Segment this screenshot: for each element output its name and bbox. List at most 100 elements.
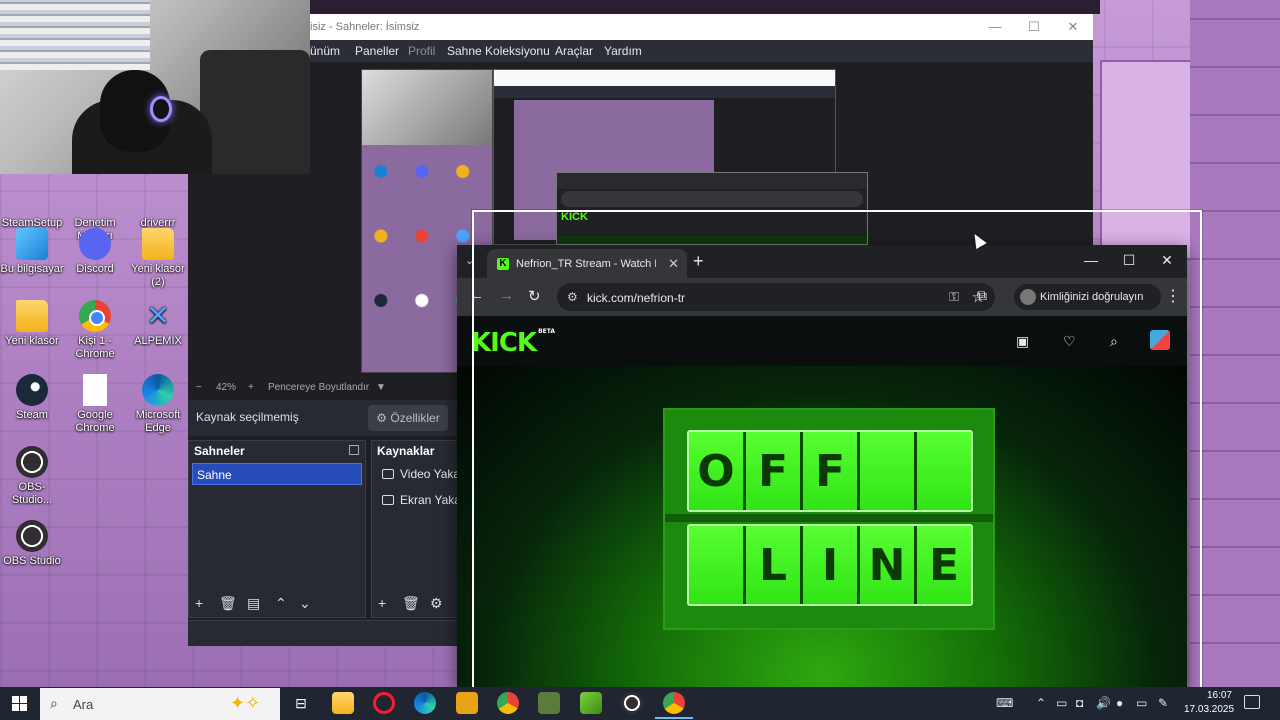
filter-icon[interactable]: ▤ (247, 595, 260, 612)
chevron-down-icon[interactable]: ▼ (376, 382, 386, 393)
sources-toolbar: + 🗑 ⚙ (372, 591, 457, 617)
sources-header: Kaynaklar (372, 441, 457, 461)
menu-scene-collection[interactable]: Sahne Koleksiyonu (447, 44, 550, 58)
sign-letter (860, 432, 914, 510)
more-menu-icon[interactable]: ⋮ (1165, 286, 1181, 306)
menu-tools[interactable]: Araçlar (555, 44, 593, 58)
obs-icon[interactable] (621, 692, 643, 714)
heart-icon[interactable]: ♡ (1063, 333, 1076, 350)
taskbar-search[interactable]: ⌕ Ara ✦✧ (40, 688, 280, 720)
new-tab-icon[interactable]: + (693, 251, 704, 272)
tab-search-icon[interactable]: ⌄ (465, 254, 474, 267)
alpemix-icon: ✕ (146, 300, 170, 331)
menu-profile[interactable]: Profil (408, 44, 435, 58)
desktop-icon[interactable]: Steam (0, 374, 64, 422)
close-icon[interactable]: ✕ (1064, 18, 1082, 36)
desktop-icon[interactable]: Yeni klasör (0, 300, 64, 348)
key-icon[interactable]: ⚿ (949, 289, 959, 305)
forward-icon[interactable]: → (499, 287, 514, 304)
arrow-down-icon[interactable]: ⌄ (299, 595, 311, 612)
reload-icon[interactable]: ↻ (528, 287, 541, 305)
extensions-icon[interactable]: ⧉ (977, 287, 987, 304)
tab-kick-stream[interactable]: K Nefrion_TR Stream - Watch Live ✕ (487, 249, 687, 278)
keyboard-icon[interactable]: ⌨ (996, 696, 1013, 710)
kick-logo[interactable]: KICK BETA (471, 328, 555, 358)
obs-bottom-bar (188, 620, 458, 646)
profile-avatar (1020, 289, 1036, 305)
close-tab-icon[interactable]: ✕ (668, 256, 679, 272)
undock-icon[interactable] (349, 445, 359, 455)
task-view-icon[interactable]: ⊟ (290, 692, 312, 714)
menu-help[interactable]: Yardım (604, 44, 642, 58)
edge-icon (142, 374, 174, 406)
desktop-icon[interactable]: OBS Studio (0, 520, 64, 568)
desktop-icon[interactable]: Kişi 1 - Chrome (63, 300, 127, 361)
minecraft-launcher-icon[interactable] (580, 692, 602, 714)
site-settings-icon[interactable]: ⚙ (567, 290, 578, 304)
system-clock[interactable]: 16:07 17.03.2025 (1184, 689, 1234, 717)
desktop-icon[interactable]: Google Chrome (63, 374, 127, 435)
add-icon[interactable]: + (378, 595, 386, 611)
zoom-in-button[interactable]: + (248, 382, 254, 393)
minimize-icon[interactable]: — (986, 18, 1004, 36)
gear-icon[interactable]: ⚙ (430, 595, 443, 612)
discord-icon (79, 228, 111, 260)
close-icon[interactable]: ✕ (1155, 252, 1179, 269)
back-icon[interactable]: ← (469, 287, 484, 304)
desktop-icon[interactable]: driverrr (126, 182, 190, 230)
source-item-video-capture[interactable]: Video Yakal (372, 461, 457, 487)
sign-letter: F (803, 432, 857, 510)
sign-letter: L (746, 526, 800, 604)
camera-icon[interactable]: ◘ (1076, 696, 1083, 710)
add-icon[interactable]: + (195, 595, 203, 611)
desktop-icon[interactable]: Bu bilgisayar (0, 228, 64, 276)
edge-icon[interactable] (414, 692, 436, 714)
opera-icon[interactable] (373, 692, 395, 714)
source-label: Ekran Yakal (400, 493, 458, 507)
network-icon[interactable]: ▭ (1136, 696, 1147, 710)
menu-docks[interactable]: Paneller (355, 44, 399, 58)
user-avatar[interactable] (1150, 330, 1170, 350)
chrome-icon[interactable] (497, 692, 519, 714)
desktop-icon[interactable]: Microsoft Edge (126, 374, 190, 435)
address-bar[interactable]: ⚙ kick.com/nefrion-tr ⚿ ☆ (557, 283, 995, 311)
arrow-up-icon[interactable]: ⌃ (275, 595, 287, 612)
microphone-icon[interactable]: ● (1116, 696, 1123, 710)
trash-icon[interactable]: 🗑 (219, 595, 237, 612)
folder-app-icon[interactable] (456, 692, 478, 714)
volume-icon[interactable]: 🔊 (1096, 696, 1111, 710)
menu-view[interactable]: ünüm (310, 44, 340, 58)
desktop-icon[interactable]: ✕ ALPEMIX (126, 300, 190, 348)
stream-player[interactable]: O F F L I N E (457, 366, 1187, 690)
source-item-screen-capture[interactable]: Ekran Yakal (372, 487, 457, 513)
properties-button[interactable]: ⚙ Özellikler (368, 405, 448, 431)
trash-icon[interactable]: 🗑 (402, 595, 420, 612)
verify-identity-button[interactable]: Kimliğinizi doğrulayın (1014, 284, 1161, 310)
file-explorer-icon[interactable] (332, 692, 354, 714)
pen-icon[interactable]: ✎ (1158, 696, 1168, 710)
properties-label: Özellikler (390, 411, 440, 425)
desktop-icon[interactable]: Discord (63, 228, 127, 276)
fit-to-window[interactable]: Pencereye Boyutlandır (268, 382, 369, 393)
obs-zoom-row: − 42% + Pencereye Boyutlandır ▼ (188, 378, 458, 398)
sign-letter: O (689, 432, 743, 510)
battery-icon[interactable]: ▭ (1056, 696, 1067, 710)
notification-icon[interactable] (1244, 695, 1260, 709)
chevron-up-icon[interactable]: ⌃ (1036, 696, 1046, 710)
kick-beta-badge: BETA (538, 328, 556, 335)
offline-sign-bottom: L I N E (687, 524, 973, 606)
search-icon[interactable]: ⌕ (1110, 333, 1118, 350)
minimize-icon[interactable]: — (1079, 252, 1103, 268)
desktop-icon-label: OBS Studio (3, 555, 61, 567)
folder-icon (142, 228, 174, 260)
minecraft-icon[interactable] (538, 692, 560, 714)
maximize-icon[interactable]: ☐ (1025, 18, 1043, 36)
desktop-icon[interactable]: OBS-Studio... (0, 446, 64, 507)
zoom-out-button[interactable]: − (196, 382, 202, 393)
windows-start-icon[interactable] (12, 696, 27, 711)
maximize-icon[interactable]: ☐ (1117, 252, 1141, 269)
chrome-active-icon[interactable] (655, 692, 693, 719)
store-icon[interactable]: ▣ (1016, 333, 1029, 350)
desktop-icon[interactable]: Yeni klasör (2) (126, 228, 190, 289)
scene-item[interactable]: Sahne (192, 463, 362, 485)
